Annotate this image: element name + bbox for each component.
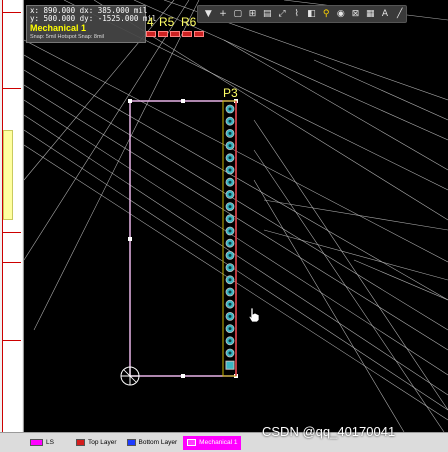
rectangle-select-icon[interactable]: ▢ [231,8,244,21]
pad-hole [228,168,232,172]
bottom-layer-swatch [126,439,136,446]
pad-hole [228,253,232,257]
add-icon[interactable]: + [217,8,230,21]
pad-hole [228,314,232,318]
pad-hole [228,119,232,123]
pad-square[interactable] [225,360,235,370]
current-layer: Mechanical 1 [30,23,87,33]
panel-divider [3,262,21,263]
origin-marker-icon [120,366,140,386]
coordinate-readout: x: 890.000 dx: 385.000 mil y: 500.000 dy… [26,5,156,43]
component-icon[interactable]: ▤ [261,8,274,21]
pad-hole [228,241,232,245]
designator-r5[interactable]: R5 [159,15,174,29]
component-outline[interactable] [129,100,237,377]
hand-cursor-icon [248,307,260,323]
pcb-editor: P3 x: 890.000 dx: 385.000 mil y: 500.000… [0,0,448,452]
ratsnest-line [253,119,448,411]
layer-ls-label: LS [46,439,54,446]
header-pads[interactable] [225,104,235,370]
active-bar-toolbar: ▼ + ▢ ⊞ ▤ ⤢ ⌇ ◧ ⚲ ◉ ⊠ ▦ A ╱ [197,5,407,23]
panel-divider [3,232,21,233]
line-icon[interactable]: ╱ [393,8,406,21]
pad-hole [228,302,232,306]
layer-tab-ls[interactable]: LS [26,436,58,450]
pad-hole [228,278,232,282]
panel-note [3,130,13,220]
vertex-handle[interactable] [181,99,185,103]
filter-icon[interactable]: ▼ [202,8,215,21]
panel-content [2,0,22,432]
ratsnest-line [313,59,448,121]
region-icon[interactable]: ◧ [305,8,318,21]
pad-hole [228,192,232,196]
dimension-icon[interactable]: ⊠ [349,8,362,21]
dy-label: dy: [79,14,94,23]
layer-bottom-label: Bottom Layer [138,439,178,446]
pad-hole [228,217,232,221]
pad-hole [228,327,232,331]
ratsnest-line [263,199,448,231]
mechanical-1-swatch [187,439,197,446]
panel-divider [3,12,21,13]
ratsnest-line [33,0,200,331]
designator-partial[interactable]: 4 [147,15,154,29]
snap-info: Snap: 5mil Hotspot Snap: 8mil [30,34,104,40]
resistor-pad[interactable] [146,31,156,37]
pad-hole [228,144,232,148]
layer-top-label: Top Layer [87,439,117,446]
pad-hole [228,339,232,343]
ratsnest-line [353,259,448,301]
y-label: y: [30,14,40,23]
layer-tab-bottom[interactable]: Bottom Layer [123,436,182,450]
ratsnest-line [253,149,445,432]
pad-hole [228,290,232,294]
pad-hole [228,266,232,270]
layer-mech1-label: Mechanical 1 [199,439,238,446]
pcb-canvas[interactable]: P3 [24,0,448,432]
pad-hole [228,131,232,135]
route-icon[interactable]: ⤢ [276,8,289,21]
watermark: CSDN @qq_40170041 [262,424,396,439]
layer-tab-top[interactable]: Top Layer [72,436,121,450]
designator-p3[interactable]: P3 [223,86,238,100]
ratsnest-line [253,179,405,432]
connection-icon[interactable]: ⌇ [290,8,303,21]
pad-hole [228,229,232,233]
hud-row-y: y: 500.000 dy: -1525.000 mil [30,14,156,23]
pad-icon[interactable]: ⚲ [320,8,333,21]
via-icon[interactable]: ◉ [334,8,347,21]
resistor-pad[interactable] [182,31,192,37]
vertex-handle[interactable] [128,99,132,103]
layer-tab-mechanical-1[interactable]: Mechanical 1 [183,435,242,450]
pad-hole [228,205,232,209]
resistor-pad[interactable] [194,31,204,37]
resistor-pad[interactable] [158,31,168,37]
text-icon[interactable]: A [379,8,392,21]
left-panel[interactable] [0,0,24,432]
ls-swatch [30,439,43,446]
pad-hole [228,107,232,111]
top-layer-swatch [75,439,85,446]
vertex-handle[interactable] [181,374,185,378]
panel-divider [3,340,21,341]
region-fill-icon[interactable]: ▦ [364,8,377,21]
vertex-handle[interactable] [128,237,132,241]
pad-hole [228,180,232,184]
pad-hole [228,351,232,355]
pad-hole [228,156,232,160]
align-icon[interactable]: ⊞ [246,8,259,21]
panel-divider [3,88,21,89]
designator-r6[interactable]: R6 [181,15,196,29]
y-value: 500.000 [43,14,76,23]
canvas-drawing[interactable] [24,0,448,432]
resistor-pad[interactable] [170,31,180,37]
